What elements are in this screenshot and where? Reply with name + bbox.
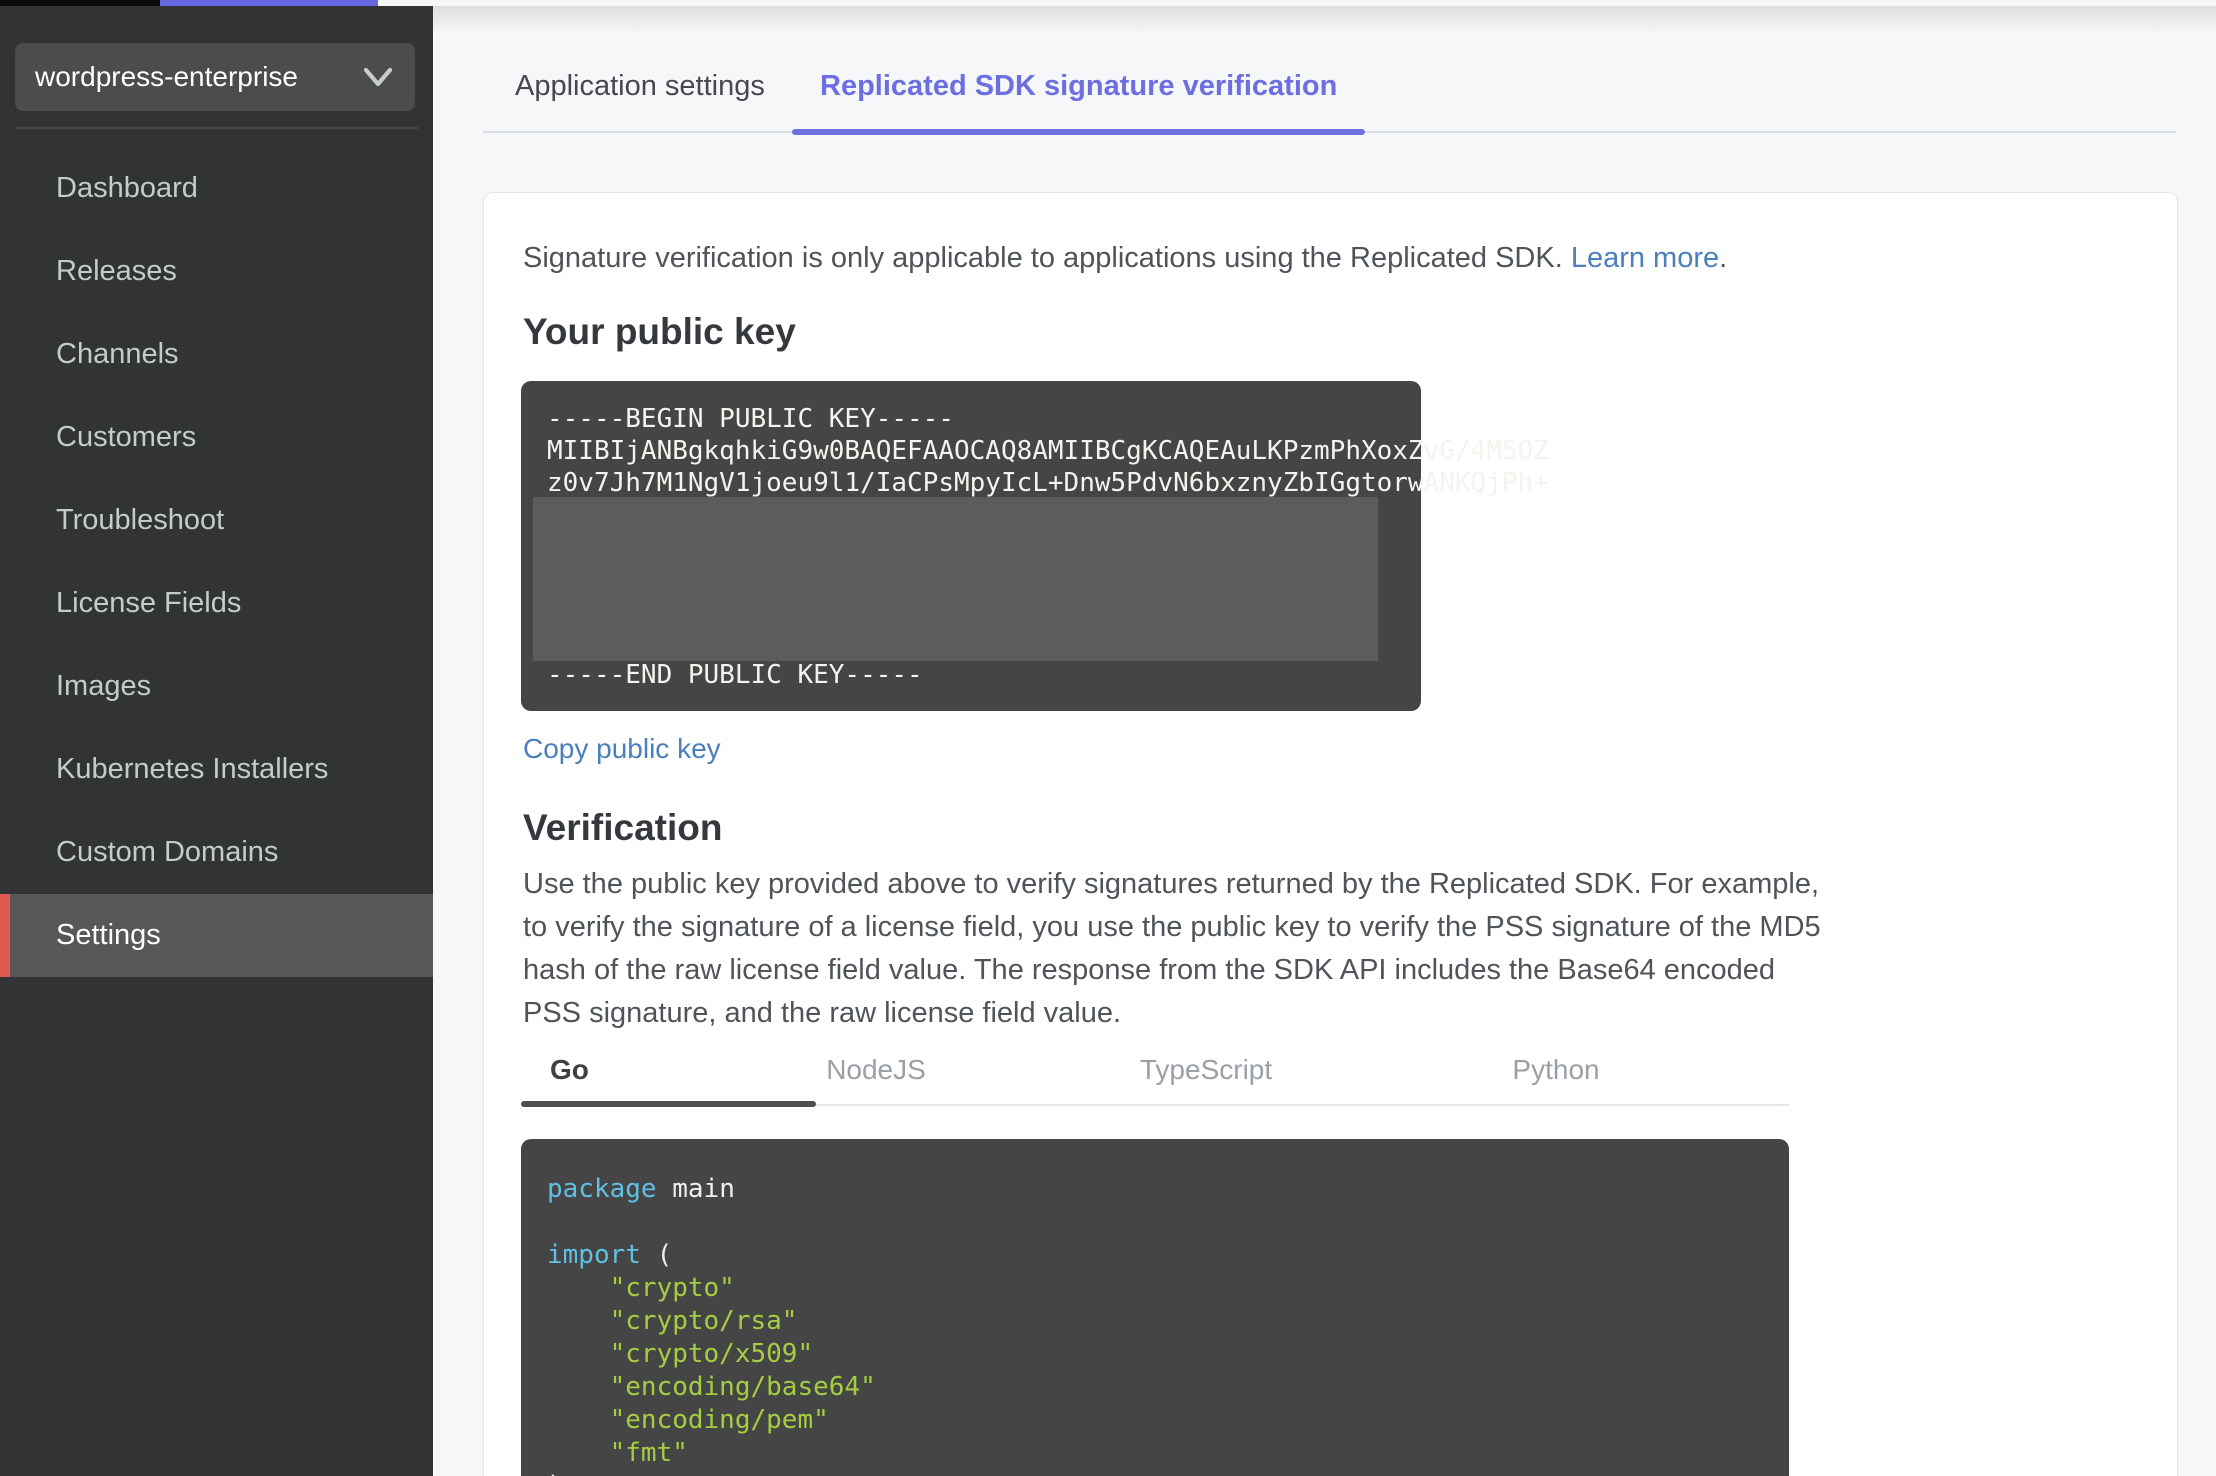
learn-more-link[interactable]: Learn more [1571,242,1719,274]
intro-before: Signature verification is only applicabl… [523,242,1571,274]
sidebar-nav: Dashboard Releases Channels Customers Troubl… [0,147,433,977]
tab-label: Replicated SDK signature verification [820,69,1338,102]
sidebar-item-releases[interactable]: Releases [0,230,433,313]
sidebar-item-label: Channels [56,338,179,370]
code-line: "crypto/x509" [547,1338,876,1371]
sidebar-item-customers[interactable]: Customers [0,396,433,479]
sidebar-item-custom-domains[interactable]: Custom Domains [0,811,433,894]
sidebar-item-license-fields[interactable]: License Fields [0,562,433,645]
code-keyword: package [547,1174,657,1204]
copy-public-key-link[interactable]: Copy public key [523,733,721,765]
code-string: "crypto" [547,1273,735,1303]
code-string: "crypto/x509" [547,1339,814,1369]
sidebar-item-settings[interactable]: Settings [0,894,433,977]
sidebar-divider [15,127,418,129]
intro-after: . [1719,242,1728,274]
sidebar-item-dashboard[interactable]: Dashboard [0,147,433,230]
chevron-down-icon [363,67,393,87]
verification-heading: Verification [523,807,723,848]
public-key-block: -----BEGIN PUBLIC KEY----- MIIBIjANBgkqh… [521,381,1549,711]
sidebar-item-label: Kubernetes Installers [56,753,329,785]
code-line: "encoding/base64" [547,1371,876,1404]
sidebar: wordpress-enterprise Dashboard Releases Ch… [0,6,433,1476]
public-key-masked-region [533,497,1378,661]
code-string: "encoding/base64" [547,1372,876,1402]
public-key-heading: Your public key [523,311,796,352]
active-code-tab-underline [521,1101,816,1107]
code-string: "crypto/rsa" [547,1306,798,1336]
sidebar-item-label: Images [56,670,152,702]
sidebar-item-label: Troubleshoot [56,504,225,536]
main-top-shade [433,6,2216,34]
code-tab-python[interactable]: Python [1512,1050,1599,1090]
code-line: "crypto" [547,1272,876,1305]
code-line: import ( [547,1239,876,1272]
code-keyword: import [547,1240,641,1270]
app-selector-label: wordpress-enterprise [35,61,298,92]
sidebar-item-label: Customers [56,421,197,453]
code-tab-go[interactable]: Go [550,1050,589,1090]
app-selector-dropdown[interactable]: wordpress-enterprise [15,43,415,111]
code-line: "fmt" [547,1437,876,1470]
sidebar-item-images[interactable]: Images [0,645,433,728]
code-tab-typescript[interactable]: TypeScript [1140,1050,1272,1090]
content-card: Signature verification is only applicabl… [483,192,2178,1476]
code-line: ) [547,1470,876,1476]
top-strip-black [0,0,160,6]
code-line: package main [547,1173,876,1206]
tab-application-settings[interactable]: Application settings [487,40,793,132]
sidebar-item-label: Releases [56,255,177,287]
code-plain: ) [547,1471,563,1476]
sidebar-item-troubleshoot[interactable]: Troubleshoot [0,479,433,562]
code-plain: ( [640,1240,673,1270]
tab-replicated-sdk-signature-verification[interactable]: Replicated SDK signature verification [792,40,1366,135]
sidebar-item-kubernetes-installers[interactable]: Kubernetes Installers [0,728,433,811]
code-string: "encoding/pem" [547,1405,829,1435]
code-line: "encoding/pem" [547,1404,876,1437]
active-accent-bar [0,894,10,977]
tab-label: Application settings [515,69,765,102]
code-tab-nodejs[interactable]: NodeJS [826,1050,926,1090]
code-line: "crypto/rsa" [547,1305,876,1338]
sidebar-item-label: Dashboard [56,172,198,204]
code-plain: main [656,1174,735,1204]
go-code-block: package main import ( "crypto" "crypto/r… [521,1139,1789,1476]
intro-text: Signature verification is only applicabl… [523,237,2143,279]
sidebar-item-label: License Fields [56,587,242,619]
verification-text: Use the public key provided above to ver… [523,868,1821,1029]
progress-bar [160,0,378,6]
code-language-tabs: Go NodeJS TypeScript Python [484,1050,2179,1090]
go-code: package main import ( "crypto" "crypto/r… [547,1173,876,1476]
sidebar-item-label: Custom Domains [56,836,279,868]
sidebar-item-label: Settings [56,919,161,951]
sidebar-item-channels[interactable]: Channels [0,313,433,396]
code-string: "fmt" [547,1438,688,1468]
